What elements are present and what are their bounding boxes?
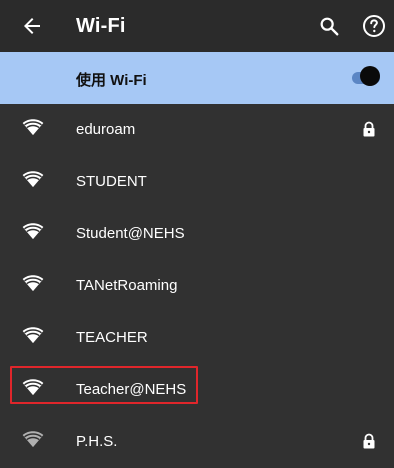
network-name: eduroam [76,121,136,138]
help-circle-icon[interactable] [362,14,386,38]
network-name: P.H.S. [76,433,118,450]
network-name: STUDENT [76,173,147,190]
app-bar: Wi-Fi [0,0,394,52]
highlight-box [10,366,198,404]
network-name: TEACHER [76,329,148,346]
page-title: Wi-Fi [76,15,126,37]
list-item[interactable]: TEACHER [0,312,394,364]
switch-thumb [360,66,380,86]
wifi-toggle-switch[interactable] [352,66,382,90]
wifi-toggle-row[interactable]: 使用 Wi-Fi [0,52,394,104]
network-name: TANetRoaming [76,277,178,294]
list-item[interactable]: TANetRoaming [0,260,394,312]
wifi-toggle-label: 使用 Wi-Fi [76,72,147,89]
wifi-signal-icon [22,431,44,448]
search-icon[interactable] [318,15,340,37]
network-name: Student@NEHS [76,225,185,242]
list-item[interactable]: P.H.S. [0,416,394,468]
wifi-signal-icon [22,171,44,188]
lock-icon [363,433,375,449]
lock-icon [363,121,375,137]
wifi-signal-icon [22,119,44,136]
arrow-left-icon[interactable] [20,14,44,38]
list-item[interactable]: eduroam [0,104,394,156]
wifi-signal-icon [22,327,44,344]
wifi-signal-icon [22,223,44,240]
list-item[interactable]: STUDENT [0,156,394,208]
wifi-signal-icon [22,275,44,292]
list-item[interactable]: Student@NEHS [0,208,394,260]
